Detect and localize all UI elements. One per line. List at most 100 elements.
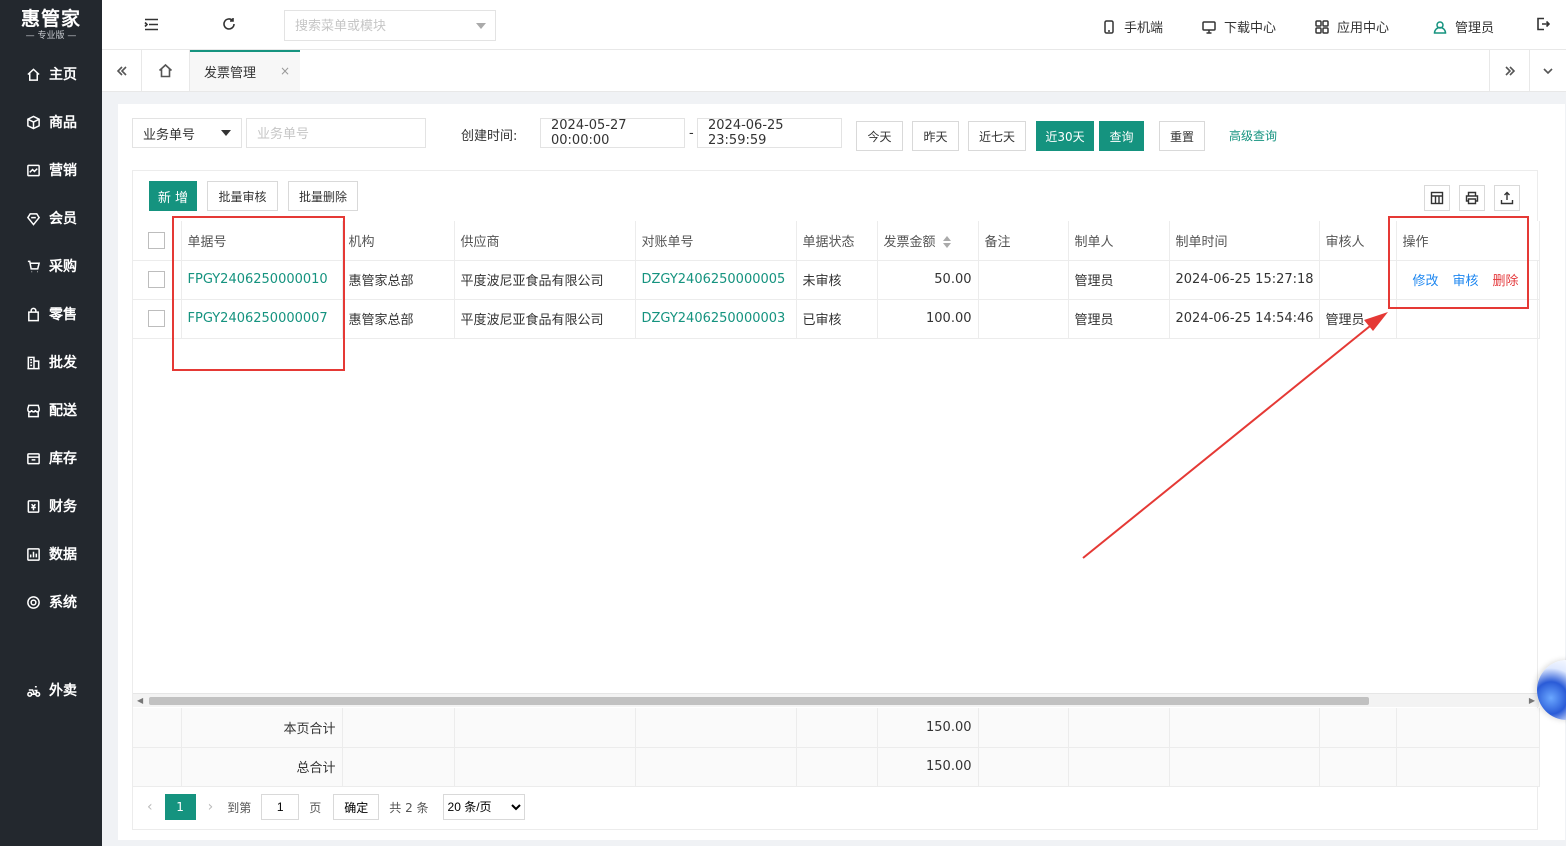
inventory-icon <box>25 450 41 466</box>
today-button[interactable]: 今天 <box>856 121 903 151</box>
sidebar-item-marketing[interactable]: 营销 <box>0 146 102 194</box>
scroll-left-arrow-icon[interactable]: ◀ <box>137 696 143 705</box>
delete-link[interactable]: 删除 <box>1493 274 1519 289</box>
chevron-down-icon[interactable] <box>476 23 486 29</box>
prev-page-icon[interactable]: ‹ <box>147 799 153 815</box>
double-chevron-left-icon <box>116 65 127 76</box>
tabs-scroll-left-button[interactable] <box>102 50 142 91</box>
order-no-field[interactable] <box>246 118 426 148</box>
mobile-link[interactable]: 手机端 <box>1102 17 1163 36</box>
batch-audit-button[interactable]: 批量审核 <box>207 181 278 211</box>
auditor-cell <box>1319 260 1397 300</box>
sidebar-item-inventory[interactable]: 库存 <box>0 434 102 482</box>
end-date-field[interactable]: 2024-06-25 23:59:59 <box>697 118 842 148</box>
yesterday-button[interactable]: 昨天 <box>912 121 959 151</box>
maker-cell: 管理员 <box>1068 299 1170 339</box>
row-checkbox[interactable] <box>148 271 166 288</box>
totals-empty-cell <box>796 708 878 748</box>
export-button[interactable] <box>1494 185 1520 211</box>
invoice-table: 单据号 机构 供应商 对账单号 单据状态 发票金额 备注 制单人 制单时间 审核… <box>133 221 1540 339</box>
menu-toggle-button[interactable] <box>144 17 159 32</box>
goto-confirm-button[interactable]: 确定 <box>333 794 380 820</box>
app-root: 惠管家 — 专业版 — 主页 商品 营销 会员 采购 零售 批发 配送 库存 财… <box>0 0 1566 846</box>
col-header-actions: 操作 <box>1396 221 1540 261</box>
org-cell: 惠管家总部 <box>342 299 455 339</box>
status-cell: 已审核 <box>796 299 878 339</box>
sidebar-item-label: 配送 <box>49 403 77 419</box>
tabs-dropdown-button[interactable] <box>1529 50 1566 91</box>
sidebar-item-takeout[interactable]: 外卖 <box>0 666 102 714</box>
tab-home[interactable] <box>142 50 190 91</box>
chart-icon <box>25 162 41 178</box>
last-7-days-button[interactable]: 近七天 <box>968 121 1026 151</box>
tab-invoice-management[interactable]: 发票管理 × <box>190 50 300 91</box>
next-page-icon[interactable]: › <box>208 799 214 815</box>
print-button[interactable] <box>1459 185 1485 211</box>
sidebar-item-label: 财务 <box>49 499 77 515</box>
user-name: 管理员 <box>1455 21 1495 36</box>
sidebar: 惠管家 — 专业版 — 主页 商品 营销 会员 采购 零售 批发 配送 库存 财… <box>0 0 102 846</box>
org-cell: 惠管家总部 <box>342 260 455 300</box>
download-center-link[interactable]: 下载中心 <box>1202 17 1276 36</box>
sidebar-item-label: 系统 <box>49 595 77 611</box>
totals-table: 本页合计 150.00 总合计 150.00 <box>133 708 1540 787</box>
tab-label: 发票管理 <box>204 66 257 81</box>
refresh-icon <box>223 18 235 30</box>
app-center-link[interactable]: 应用中心 <box>1315 17 1389 36</box>
export-icon <box>1500 191 1514 205</box>
sidebar-item-home[interactable]: 主页 <box>0 50 102 98</box>
field-select[interactable]: 业务单号 <box>132 118 242 148</box>
page-size-select[interactable]: 20 条/页 <box>442 794 525 820</box>
sidebar-item-member[interactable]: 会员 <box>0 194 102 242</box>
last-30-days-button[interactable]: 近30天 <box>1036 121 1094 151</box>
scrollbar-thumb[interactable] <box>149 697 1369 705</box>
goto-page-input[interactable] <box>261 794 300 820</box>
sidebar-item-goods[interactable]: 商品 <box>0 98 102 146</box>
logout-button[interactable] <box>1536 17 1550 31</box>
page-1-button[interactable]: 1 <box>164 794 196 820</box>
menu-search-input[interactable] <box>295 18 470 33</box>
menu-search[interactable] <box>284 10 496 41</box>
batch-delete-button[interactable]: 批量删除 <box>288 181 358 211</box>
tabs-scroll-right-button[interactable] <box>1489 50 1529 91</box>
recon-no-link[interactable]: DZGY2406250000003 <box>635 299 797 339</box>
query-button[interactable]: 查询 <box>1099 121 1144 151</box>
reset-button[interactable]: 重置 <box>1159 121 1205 151</box>
totals-empty-cell <box>978 747 1069 787</box>
totals-empty-cell <box>978 708 1069 748</box>
column-settings-button[interactable] <box>1424 185 1450 211</box>
totals-empty-cell <box>1319 747 1397 787</box>
sidebar-item-finance[interactable]: 财务 <box>0 482 102 530</box>
doc-no-link[interactable]: FPGY2406250000007 <box>181 299 343 339</box>
end-date-value: 2024-06-25 23:59:59 <box>708 118 784 148</box>
horizontal-scrollbar[interactable]: ◀ ▶ <box>133 693 1539 707</box>
sidebar-item-system[interactable]: 系统 <box>0 578 102 626</box>
user-menu[interactable]: 管理员 <box>1433 17 1494 36</box>
sidebar-item-distribution[interactable]: 配送 <box>0 386 102 434</box>
sidebar-item-label: 会员 <box>49 211 77 227</box>
close-icon[interactable]: × <box>280 64 290 78</box>
sidebar-item-wholesale[interactable]: 批发 <box>0 338 102 386</box>
refresh-button[interactable] <box>222 17 236 31</box>
sidebar-item-data[interactable]: 数据 <box>0 530 102 578</box>
actions-cell <box>1396 299 1540 339</box>
brand-logo[interactable]: 惠管家 — 专业版 — <box>0 0 102 50</box>
edit-link[interactable]: 修改 <box>1413 274 1439 289</box>
row-checkbox[interactable] <box>148 310 166 327</box>
select-all-checkbox[interactable] <box>148 231 166 249</box>
row-select-cell <box>133 260 182 300</box>
doc-no-link[interactable]: FPGY2406250000010 <box>181 260 343 300</box>
advanced-query-link[interactable]: 高级查询 <box>1229 127 1277 144</box>
recon-no-link[interactable]: DZGY2406250000005 <box>635 260 797 300</box>
remark-cell <box>978 260 1069 300</box>
order-no-input[interactable] <box>257 125 425 141</box>
scroll-right-arrow-icon[interactable]: ▶ <box>1529 696 1535 705</box>
sidebar-item-retail[interactable]: 零售 <box>0 290 102 338</box>
audit-link[interactable]: 审核 <box>1453 274 1479 289</box>
col-header-amount[interactable]: 发票金额 <box>877 221 979 261</box>
sidebar-item-purchase[interactable]: 采购 <box>0 242 102 290</box>
make-time-cell: 2024-06-25 15:27:18 <box>1169 260 1320 300</box>
start-date-field[interactable]: 2024-05-27 00:00:00 <box>540 118 685 148</box>
sort-icon[interactable] <box>942 236 951 249</box>
add-button[interactable]: 新 增 <box>149 181 197 211</box>
